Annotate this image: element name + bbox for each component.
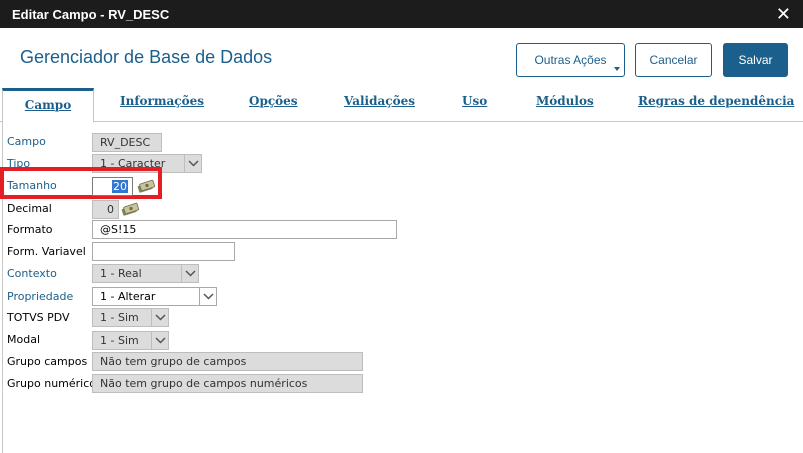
tamanho-label: Tamanho <box>7 179 57 192</box>
tab-regras-dependencia[interactable]: Regras de dependência <box>638 94 794 108</box>
totvs-pdv-select: 1 - Sim <box>92 308 169 327</box>
form-variavel-label: Form. Variavel <box>7 245 86 258</box>
close-icon[interactable]: ✕ <box>776 4 791 24</box>
window-title: Editar Campo - RV_DESC <box>12 6 170 22</box>
chevron-down-icon <box>184 155 201 172</box>
totvs-pdv-value: 1 - Sim <box>100 311 139 324</box>
money-icon[interactable] <box>137 179 155 193</box>
form-variavel-input[interactable] <box>92 242 235 261</box>
tab-bar: Campo Informações Opções Validações Uso … <box>0 88 803 123</box>
other-actions-button[interactable]: Outras Ações <box>516 43 625 77</box>
tab-validacoes[interactable]: Validações <box>344 94 415 108</box>
grupo-numerico-label: Grupo numérico <box>7 377 97 390</box>
window-titlebar: Editar Campo - RV_DESC ✕ <box>0 0 803 28</box>
contexto-value: 1 - Real <box>100 267 142 280</box>
chevron-down-icon <box>151 332 168 349</box>
tamanho-input[interactable]: 20 <box>92 177 133 196</box>
cancel-button[interactable]: Cancelar <box>635 43 712 77</box>
propriedade-select[interactable]: 1 - Alterar <box>92 287 217 306</box>
totvs-pdv-label: TOTVS PDV <box>7 311 70 324</box>
decimal-label: Decimal <box>7 202 52 215</box>
decimal-field: 0 <box>92 200 119 219</box>
grupo-campos-field: Não tem grupo de campos <box>92 352 363 371</box>
grupo-numerico-field: Não tem grupo de campos numéricos <box>92 374 363 393</box>
campo-field: RV_DESC <box>92 133 162 152</box>
tab-modulos[interactable]: Módulos <box>536 94 594 108</box>
tab-informacoes[interactable]: Informações <box>120 94 204 108</box>
save-button[interactable]: Salvar <box>723 43 788 77</box>
tab-campo[interactable]: Campo <box>2 88 94 123</box>
propriedade-value: 1 - Alterar <box>100 290 156 303</box>
formato-input[interactable]: @S!15 <box>92 220 397 239</box>
tab-opcoes[interactable]: Opções <box>249 94 298 108</box>
tamanho-value: 20 <box>112 180 128 193</box>
modal-value: 1 - Sim <box>100 334 139 347</box>
tab-uso[interactable]: Uso <box>462 94 487 108</box>
chevron-down-icon <box>151 309 168 326</box>
chevron-down-icon <box>181 265 198 282</box>
modal-select: 1 - Sim <box>92 331 169 350</box>
formato-label: Formato <box>7 223 53 236</box>
propriedade-label: Propriedade <box>7 290 74 303</box>
other-actions-label: Outras Ações <box>534 53 607 67</box>
dropdown-caret-icon <box>614 67 620 71</box>
modal-label: Modal <box>7 333 40 346</box>
contexto-label: Contexto <box>7 267 57 280</box>
campo-label: Campo <box>7 135 46 148</box>
page-title: Gerenciador de Base de Dados <box>20 47 273 67</box>
grupo-campos-label: Grupo campos <box>7 355 88 368</box>
money-icon[interactable] <box>121 202 139 216</box>
contexto-select: 1 - Real <box>92 264 199 283</box>
chevron-down-icon[interactable] <box>199 288 216 305</box>
